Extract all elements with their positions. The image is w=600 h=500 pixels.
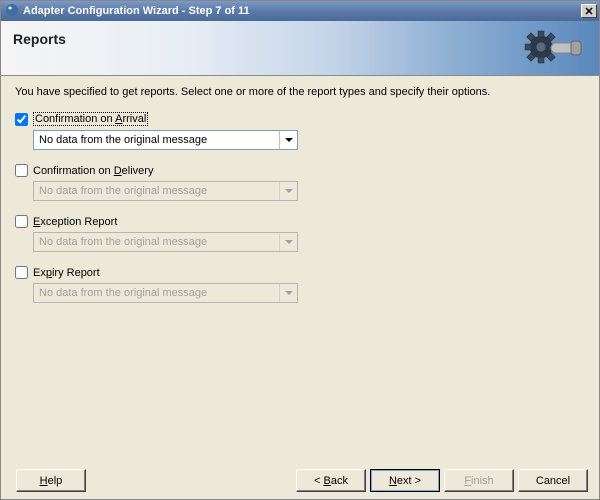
- label-delivery[interactable]: Confirmation on Delivery: [33, 165, 153, 177]
- back-button[interactable]: < Back: [296, 469, 366, 492]
- window-title: Adapter Configuration Wizard - Step 7 of…: [23, 5, 581, 17]
- label-expiry[interactable]: Expiry Report: [33, 267, 100, 279]
- cancel-button[interactable]: Cancel: [518, 469, 588, 492]
- finish-button: Finish: [444, 469, 514, 492]
- option-delivery: Confirmation on Delivery No data from th…: [15, 164, 585, 201]
- chevron-down-icon: [285, 240, 293, 244]
- gear-icon: [523, 27, 583, 69]
- checkbox-delivery[interactable]: [15, 164, 28, 177]
- label-arrival[interactable]: Confirmation on Arrival: [33, 112, 148, 126]
- combo-delivery-button: [279, 182, 297, 200]
- combo-arrival[interactable]: No data from the original message: [33, 130, 298, 150]
- close-button[interactable]: [581, 4, 597, 18]
- chevron-down-icon: [285, 138, 293, 142]
- intro-text: You have specified to get reports. Selec…: [15, 86, 585, 98]
- wizard-header: Reports: [1, 21, 599, 76]
- label-exception[interactable]: Exception Report: [33, 216, 117, 228]
- content-area: You have specified to get reports. Selec…: [1, 76, 599, 446]
- title-bar: Adapter Configuration Wizard - Step 7 of…: [1, 1, 599, 21]
- checkbox-expiry[interactable]: [15, 266, 28, 279]
- option-arrival: Confirmation on Arrival No data from the…: [15, 112, 585, 150]
- combo-expiry: No data from the original message: [33, 283, 298, 303]
- chevron-down-icon: [285, 189, 293, 193]
- close-icon: [585, 7, 593, 15]
- checkbox-arrival[interactable]: [15, 113, 28, 126]
- help-button[interactable]: Help: [16, 469, 86, 492]
- combo-delivery: No data from the original message: [33, 181, 298, 201]
- chevron-down-icon: [285, 291, 293, 295]
- checkbox-exception[interactable]: [15, 215, 28, 228]
- combo-arrival-text: No data from the original message: [39, 134, 279, 146]
- app-icon: [5, 3, 19, 20]
- combo-exception-button: [279, 233, 297, 251]
- combo-arrival-button[interactable]: [279, 131, 297, 149]
- next-button[interactable]: Next >: [370, 469, 440, 492]
- combo-expiry-text: No data from the original message: [39, 287, 279, 299]
- combo-exception: No data from the original message: [33, 232, 298, 252]
- combo-expiry-button: [279, 284, 297, 302]
- footer-buttons: Help < Back Next > Finish Cancel: [0, 469, 600, 492]
- option-exception: Exception Report No data from the origin…: [15, 215, 585, 252]
- combo-delivery-text: No data from the original message: [39, 185, 279, 197]
- combo-exception-text: No data from the original message: [39, 236, 279, 248]
- option-expiry: Expiry Report No data from the original …: [15, 266, 585, 303]
- page-title: Reports: [13, 31, 599, 47]
